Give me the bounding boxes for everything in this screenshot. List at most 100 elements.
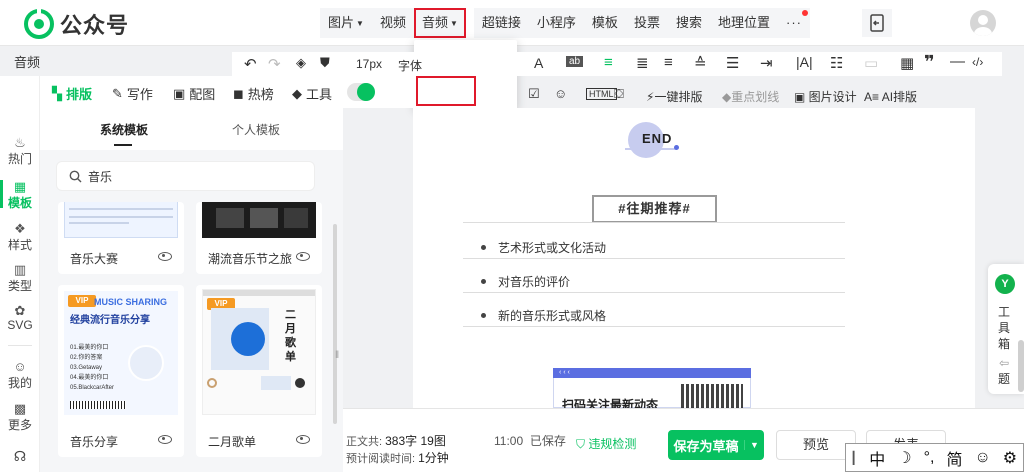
undo-icon[interactable]: ↶	[244, 55, 257, 73]
vip-badge: VIP	[68, 295, 96, 307]
list-icon[interactable]: ☷	[830, 54, 843, 72]
ime-halfwidth-icon[interactable]: ☽	[897, 448, 911, 468]
end-text: END	[642, 131, 673, 146]
ai-layout-button[interactable]: A≡ AI排版	[864, 88, 917, 105]
ime-emoji-icon[interactable]: ☺	[974, 449, 990, 467]
thumb-photo	[250, 208, 278, 228]
template-card-february-playlist[interactable]: VIP 二月歌单 二月歌单	[196, 285, 322, 457]
avatar-person-icon	[974, 15, 992, 36]
align-right-icon[interactable]: ≡	[664, 54, 673, 71]
template-card-music-contest[interactable]: 音乐大赛	[58, 202, 184, 274]
chevron-down-icon[interactable]: ▼	[744, 440, 764, 450]
menu-template[interactable]: 模板	[584, 8, 626, 38]
app-logo[interactable]: 公众号	[24, 8, 129, 40]
tab-illustration[interactable]: ▣ 配图	[173, 84, 215, 103]
tab-tools[interactable]: ◆ 工具	[292, 84, 332, 103]
shield-check-icon: ⛉	[576, 437, 589, 451]
highlight-color-icon[interactable]: ab	[566, 56, 584, 67]
menu-miniprogram[interactable]: 小程序	[529, 8, 584, 38]
align-left-icon[interactable]: ≡	[604, 54, 613, 71]
emoji-icon[interactable]: ☺	[554, 86, 567, 101]
quote-icon[interactable]: ❞	[924, 52, 935, 73]
thumb-headline: MUSIC SHARING	[94, 297, 168, 307]
align-justify-icon[interactable]: ≙	[694, 54, 707, 72]
insert-menu: 图片 ▼ 视频 音频 ▼ 超链接 小程序 模板 投票 搜索 地理位置 ···	[320, 8, 810, 38]
font-color-icon[interactable]: A	[534, 55, 543, 71]
tab-hot-list[interactable]: ◼ 热榜	[233, 84, 274, 103]
font-family-select[interactable]: 字体	[398, 57, 422, 74]
preview-eye-icon[interactable]	[158, 252, 172, 261]
tab-layout[interactable]: ▚ 排版	[52, 84, 92, 103]
compliance-check-link[interactable]: ⛉ 违规检测	[576, 435, 636, 452]
document-icon[interactable]	[862, 9, 892, 37]
indent-icon[interactable]: ⇥	[760, 54, 773, 72]
card-title: 二月歌单	[208, 435, 257, 449]
toolbox-item[interactable]: 题	[998, 370, 1010, 387]
ime-grip-icon[interactable]: ┃	[850, 451, 857, 465]
ime-simplified-toggle[interactable]: 简	[946, 446, 962, 470]
tab-personal-templates[interactable]: 个人模板	[232, 121, 280, 138]
rail-item-style[interactable]: ❖ 样式	[0, 222, 40, 253]
recommend-title: #往期推荐#	[618, 201, 691, 216]
line-height-icon[interactable]: ☰	[726, 54, 739, 72]
tab-system-templates[interactable]: 系统模板	[100, 121, 148, 138]
panel-collapse-handle[interactable]: ‖	[335, 350, 339, 361]
align-center-icon[interactable]: ≣	[636, 54, 649, 72]
rail-item-hot[interactable]: ♨ 热门	[0, 136, 40, 167]
save-draft-button[interactable]: 保存为草稿 ▼	[668, 430, 764, 460]
redo-icon[interactable]: ↷	[268, 55, 281, 73]
rail-item-mine[interactable]: ☺ 我的	[0, 360, 40, 391]
menu-vote[interactable]: 投票	[626, 8, 668, 38]
panel-toggle[interactable]	[347, 83, 375, 101]
tab-illustration-label: 配图	[189, 87, 216, 102]
rail-item-type[interactable]: ▥ 类型	[0, 263, 40, 294]
one-click-layout-button[interactable]: ⚡一键排版	[646, 88, 702, 105]
highlight-line-button[interactable]: ◆重点划线	[722, 88, 779, 105]
page-scrollbar[interactable]	[1018, 340, 1024, 392]
preview-button[interactable]: 预览	[776, 430, 856, 460]
rail-item-template[interactable]: ▦ 模板	[0, 180, 40, 211]
table-icon[interactable]: ▦	[900, 54, 914, 72]
menu-search[interactable]: 搜索	[668, 8, 710, 38]
search-input[interactable]	[88, 169, 288, 183]
panel-scrollbar[interactable]	[333, 224, 337, 424]
border-icon[interactable]: ▭	[864, 54, 878, 72]
format-painter-icon[interactable]: ⛊	[320, 55, 330, 71]
checkbox-icon[interactable]: ☑	[528, 86, 540, 102]
menu-location[interactable]: 地理位置	[710, 8, 778, 38]
preview-eye-icon[interactable]	[296, 252, 310, 261]
ime-chinese-toggle[interactable]: 中	[869, 446, 885, 470]
template-card-music-sharing[interactable]: VIP MUSIC SHARING 经典流行音乐分享 01.最美的你口 02.你…	[58, 285, 184, 457]
rail-item-more[interactable]: ▩ 更多	[0, 402, 40, 433]
menu-more-button[interactable]: ···	[778, 8, 810, 38]
read-label: 预计阅读时间:	[346, 453, 416, 465]
template-card-music-festival[interactable]: 潮流音乐节之旅	[196, 202, 322, 274]
tab-hot-list-label: 热榜	[247, 87, 274, 102]
dropdown-item-audio[interactable]: 音频	[14, 52, 40, 71]
preview-eye-icon[interactable]	[158, 435, 172, 444]
html-icon[interactable]: HTML	[586, 88, 617, 100]
menu-image-label: 图片	[328, 15, 355, 30]
menu-image[interactable]: 图片 ▼	[320, 8, 372, 38]
divider-icon[interactable]: —	[950, 53, 965, 70]
ime-toolbar: ┃ 中 ☽ °, 简 ☺ ⚙	[845, 443, 1024, 472]
arrow-left-icon[interactable]: ⇦	[999, 356, 1009, 370]
menu-video[interactable]: 视频	[372, 8, 414, 38]
bag-icon[interactable]: ⛋	[614, 86, 624, 102]
eraser-icon[interactable]: ◈	[296, 55, 306, 71]
menu-hyperlink[interactable]: 超链接	[474, 8, 529, 38]
menu-audio[interactable]: 音频 ▼	[413, 8, 466, 38]
user-avatar[interactable]	[970, 10, 996, 36]
image-design-button[interactable]: ▣ 图片设计	[794, 88, 857, 105]
headset-icon[interactable]: ☊	[0, 448, 40, 465]
letter-spacing-icon[interactable]: |A|	[796, 54, 813, 70]
font-size-select[interactable]: 17px	[356, 57, 382, 71]
ime-settings-icon[interactable]: ⚙	[1003, 448, 1017, 468]
bullet-divider	[463, 292, 845, 293]
rail-item-svg[interactable]: ✿ SVG	[0, 304, 40, 333]
ime-punctuation-toggle[interactable]: °,	[924, 449, 935, 467]
code-icon[interactable]: ‹/›	[972, 55, 983, 69]
menu-search-label: 搜索	[675, 15, 702, 30]
preview-eye-icon[interactable]	[296, 435, 310, 444]
tab-writing[interactable]: ✎ 写作	[112, 84, 153, 103]
